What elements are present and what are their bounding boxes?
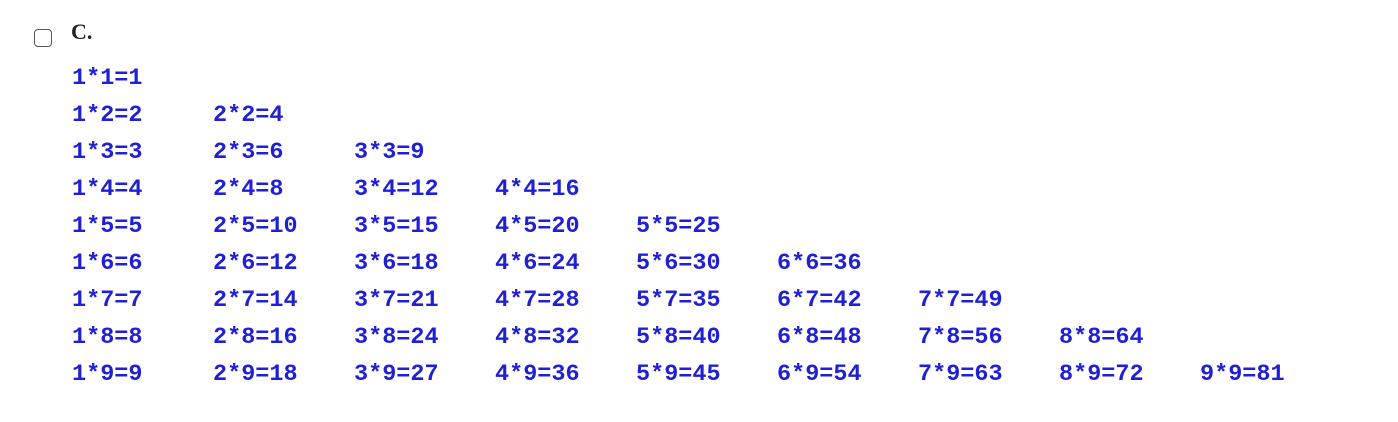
product-entry: 5*7=35 bbox=[636, 287, 721, 314]
multiplication-table-output: 1*1=1 1*2=2 2*2=4 1*3=3 2*3=6 3*3=9 1*4=4 2*4=8… bbox=[72, 60, 1341, 393]
code-line: 1*8=8 2*8=16 3*8=24 4*8=32 5*8=40 6*8=48 7*8=5… bbox=[72, 319, 1341, 356]
product-entry: 3*8=24 bbox=[354, 324, 439, 351]
product-entry: 5*9=45 bbox=[636, 361, 721, 388]
code-line: 1*7=7 2*7=14 3*7=21 4*7=28 5*7=35 6*7=42 7*7=4… bbox=[72, 282, 1341, 319]
code-line: 1*3=3 2*3=6 3*3=9 bbox=[72, 134, 1341, 171]
product-entry: 3*4=12 bbox=[354, 176, 439, 203]
product-entry: 5*6=30 bbox=[636, 250, 721, 277]
product-entry: 7*9=63 bbox=[918, 361, 1003, 388]
product-entry: 3*3=9 bbox=[354, 139, 425, 166]
product-entry: 6*9=54 bbox=[777, 361, 862, 388]
product-entry: 3*9=27 bbox=[354, 361, 439, 388]
code-line: 1*5=5 2*5=10 3*5=15 4*5=20 5*5=25 bbox=[72, 208, 1341, 245]
product-entry: 8*9=72 bbox=[1059, 361, 1144, 388]
product-entry: 1*7=7 bbox=[72, 287, 143, 314]
product-entry: 3*5=15 bbox=[354, 213, 439, 240]
product-entry: 6*8=48 bbox=[777, 324, 862, 351]
product-entry: 2*8=16 bbox=[213, 324, 298, 351]
product-entry: 7*8=56 bbox=[918, 324, 1003, 351]
product-entry: 1*4=4 bbox=[72, 176, 143, 203]
product-entry: 6*6=36 bbox=[777, 250, 862, 277]
product-entry: 4*6=24 bbox=[495, 250, 580, 277]
code-line: 1*2=2 2*2=4 bbox=[72, 97, 1341, 134]
product-entry: 1*6=6 bbox=[72, 250, 143, 277]
product-entry: 1*2=2 bbox=[72, 102, 143, 129]
code-line: 1*4=4 2*4=8 3*4=12 4*4=16 bbox=[72, 171, 1341, 208]
product-entry: 1*3=3 bbox=[72, 139, 143, 166]
product-entry: 4*8=32 bbox=[495, 324, 580, 351]
product-entry: 7*7=49 bbox=[918, 287, 1003, 314]
product-entry: 5*8=40 bbox=[636, 324, 721, 351]
option-checkbox[interactable] bbox=[34, 29, 52, 47]
product-entry: 2*5=10 bbox=[213, 213, 298, 240]
product-entry: 1*8=8 bbox=[72, 324, 143, 351]
product-entry: 9*9=81 bbox=[1200, 361, 1285, 388]
product-entry: 4*4=16 bbox=[495, 176, 580, 203]
product-entry: 1*9=9 bbox=[72, 361, 143, 388]
product-entry: 3*6=18 bbox=[354, 250, 439, 277]
product-entry: 4*5=20 bbox=[495, 213, 580, 240]
code-line: 1*9=9 2*9=18 3*9=27 4*9=36 5*9=45 6*9=54 7*9=6… bbox=[72, 356, 1341, 393]
product-entry: 2*6=12 bbox=[213, 250, 298, 277]
product-entry: 4*9=36 bbox=[495, 361, 580, 388]
product-entry: 1*1=1 bbox=[72, 65, 143, 92]
product-entry: 2*4=8 bbox=[213, 176, 284, 203]
option-letter: C. bbox=[71, 19, 93, 44]
product-entry: 1*5=5 bbox=[72, 213, 143, 240]
product-entry: 2*9=18 bbox=[213, 361, 298, 388]
code-line: 1*1=1 bbox=[72, 60, 1341, 97]
answer-option-c[interactable]: C. 1*1=1 1*2=2 2*2=4 1*3=3 2*3=6 3*3=9 1*4=4 2*… bbox=[34, 19, 1374, 388]
product-entry: 4*7=28 bbox=[495, 287, 580, 314]
option-header: C. bbox=[34, 19, 1374, 50]
product-entry: 8*8=64 bbox=[1059, 324, 1144, 351]
product-entry: 2*2=4 bbox=[213, 102, 284, 129]
product-entry: 3*7=21 bbox=[354, 287, 439, 314]
product-entry: 6*7=42 bbox=[777, 287, 862, 314]
product-entry: 2*7=14 bbox=[213, 287, 298, 314]
product-entry: 2*3=6 bbox=[213, 139, 284, 166]
code-line: 1*6=6 2*6=12 3*6=18 4*6=24 5*6=30 6*6=36 bbox=[72, 245, 1341, 282]
product-entry: 5*5=25 bbox=[636, 213, 721, 240]
